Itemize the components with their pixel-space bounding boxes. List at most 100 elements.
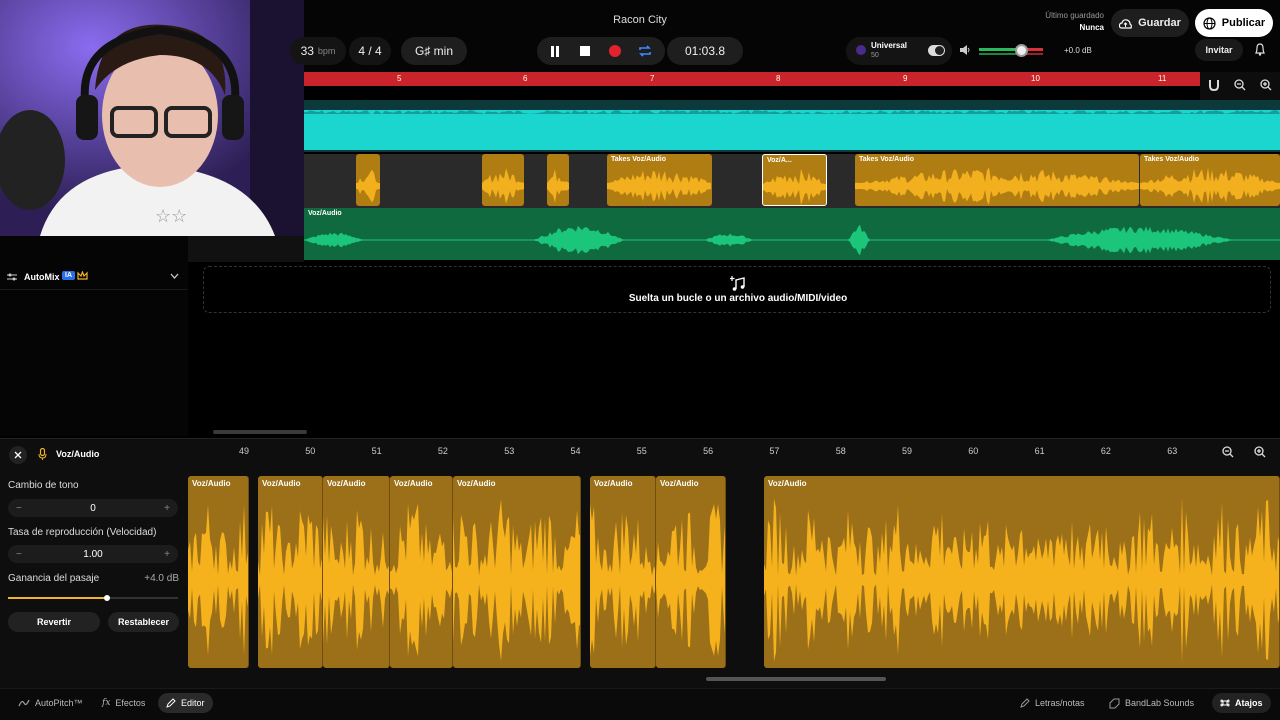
rate-label: Tasa de reproducción (Velocidad) — [8, 527, 157, 538]
loop-icon — [639, 45, 651, 57]
editor-clip[interactable]: Voz/Audio — [764, 476, 1280, 668]
editor-clip[interactable]: Voz/Audio — [323, 476, 390, 668]
automix-row[interactable]: AutoMix IA — [0, 264, 188, 290]
pencil-icon — [166, 698, 176, 708]
master-meter — [979, 53, 1043, 55]
record-button[interactable] — [602, 38, 628, 64]
crown-icon — [77, 271, 88, 280]
revert-button[interactable]: Revertir — [8, 612, 100, 632]
ruler-number: 8 — [776, 74, 781, 83]
track-2-clip[interactable] — [547, 154, 569, 206]
webcam-overlay: ☆☆ — [0, 0, 304, 236]
bandlab-sounds-button[interactable]: BandLab Sounds — [1101, 693, 1202, 713]
editor-ruler-number: 49 — [239, 446, 250, 456]
pitch-stepper[interactable]: − 0 + — [8, 499, 178, 517]
editor-clip-waveform — [323, 509, 389, 651]
track-2-clip[interactable] — [356, 154, 380, 206]
lyrics-label: Letras/notas — [1035, 698, 1085, 708]
bpm-value: 33 — [300, 44, 314, 58]
editor-ruler-number: 58 — [835, 446, 846, 456]
drop-zone[interactable]: Suelta un bucle o un archivo audio/MIDI/… — [203, 266, 1271, 313]
rate-stepper[interactable]: − 1.00 + — [8, 545, 178, 563]
track-3-lane[interactable]: Voz/Audio — [304, 208, 1280, 260]
ruler-number: 11 — [1158, 74, 1167, 83]
bpm-unit: bpm — [317, 46, 336, 56]
pause-button[interactable] — [542, 38, 568, 64]
webcam-video: ☆☆ — [0, 0, 304, 236]
editor-zoom-out-icon[interactable] — [1222, 446, 1234, 458]
ruler-number: 9 — [903, 74, 908, 83]
editor-clip-area[interactable]: Voz/Audio Voz/Audio Voz/Audio Voz/Audio Voz/… — [188, 476, 1280, 668]
editor-clip-label: Voz/Audio — [660, 479, 699, 488]
microphone-icon — [38, 448, 47, 460]
minus-icon[interactable]: − — [16, 549, 22, 560]
editor-ruler-number: 57 — [769, 446, 780, 456]
gain-slider[interactable] — [8, 595, 178, 601]
track-2-clip[interactable]: Takes Voz/Audio — [855, 154, 1139, 206]
bell-icon[interactable] — [1254, 43, 1266, 56]
editor-clip[interactable]: Voz/Audio — [188, 476, 249, 668]
close-editor-button[interactable] — [9, 446, 27, 464]
editor-clip-waveform — [188, 504, 248, 656]
save-button[interactable]: Guardar — [1111, 9, 1189, 37]
editor-clip[interactable]: Voz/Audio — [656, 476, 726, 668]
editor-clip-label: Voz/Audio — [768, 479, 807, 488]
plus-icon[interactable]: + — [164, 549, 170, 560]
track-2-clip[interactable]: Takes Voz/Audio — [1140, 154, 1280, 206]
editor-scrollbar[interactable] — [706, 677, 886, 681]
gain-slider-handle[interactable] — [103, 595, 110, 601]
editor-clip[interactable]: Voz/Audio — [453, 476, 581, 668]
time-signature[interactable]: 4 / 4 — [349, 37, 391, 65]
editor-zoom-in-icon[interactable] — [1254, 446, 1266, 458]
invite-button[interactable]: Invitar — [1195, 39, 1243, 61]
autopitch-icon — [18, 699, 30, 707]
time-display: 01:03.8 — [667, 37, 743, 65]
stop-button[interactable] — [572, 38, 598, 64]
publish-button[interactable]: Publicar — [1195, 9, 1273, 37]
track-2-lane[interactable]: Takes Voz/Audio Voz/A... Takes Voz/Audio Ta… — [304, 154, 1280, 208]
editor-ruler-number: 52 — [437, 446, 448, 456]
track-2-clip[interactable]: Takes Voz/Audio — [607, 154, 712, 206]
editor-ruler-number: 63 — [1167, 446, 1178, 456]
horizontal-scrollbar[interactable] — [213, 430, 307, 434]
reset-button[interactable]: Restablecer — [108, 612, 179, 632]
clip-label: Takes Voz/Audio — [611, 156, 666, 163]
clip-waveform — [547, 169, 569, 203]
key-selector[interactable]: G♯ min — [401, 37, 467, 65]
master-effect-toggle[interactable] — [928, 45, 945, 56]
master-volume-slider[interactable] — [979, 48, 1043, 51]
editor-ruler-number: 62 — [1100, 446, 1111, 456]
clip-waveform — [356, 169, 380, 203]
effects-label: Efectos — [115, 698, 146, 708]
magnet-icon[interactable] — [1208, 79, 1220, 91]
gain-label: Ganancia del pasaje — [8, 573, 100, 584]
lyrics-button[interactable]: Letras/notas — [1012, 693, 1093, 713]
effects-button[interactable]: fx Efectos — [94, 693, 153, 713]
track-2-clip[interactable] — [482, 154, 524, 206]
zoom-in-icon[interactable] — [1260, 79, 1272, 91]
chevron-down-icon[interactable] — [170, 273, 179, 279]
project-title[interactable]: Racon City — [540, 14, 740, 26]
loop-button[interactable] — [632, 38, 658, 64]
editor-clip[interactable]: Voz/Audio — [390, 476, 453, 668]
master-effect[interactable]: Universal 50 — [846, 37, 952, 65]
track-2-clip[interactable]: Voz/A... — [762, 154, 827, 206]
speaker-icon[interactable] — [959, 44, 971, 56]
tempo-display[interactable]: 33 bpm — [290, 37, 346, 65]
volume-db-readout: +0.0 dB — [1064, 46, 1092, 55]
timeline-ruler[interactable] — [304, 72, 1200, 86]
pause-icon — [551, 45, 559, 57]
close-icon — [14, 451, 22, 459]
minus-icon[interactable]: − — [16, 503, 22, 514]
plus-icon[interactable]: + — [164, 503, 170, 514]
shortcuts-button[interactable]: Atajos — [1212, 693, 1271, 713]
autopitch-button[interactable]: AutoPitch™ — [10, 693, 91, 713]
editor-clip[interactable]: Voz/Audio — [590, 476, 656, 668]
editor-button[interactable]: Editor — [158, 693, 213, 713]
editor-ruler[interactable] — [188, 440, 1280, 464]
zoom-out-icon[interactable] — [1234, 79, 1246, 91]
track-1-lane[interactable] — [304, 100, 1280, 152]
editor-label: Editor — [181, 698, 205, 708]
editor-clip[interactable]: Voz/Audio — [258, 476, 323, 668]
master-volume-handle[interactable] — [1015, 44, 1028, 57]
